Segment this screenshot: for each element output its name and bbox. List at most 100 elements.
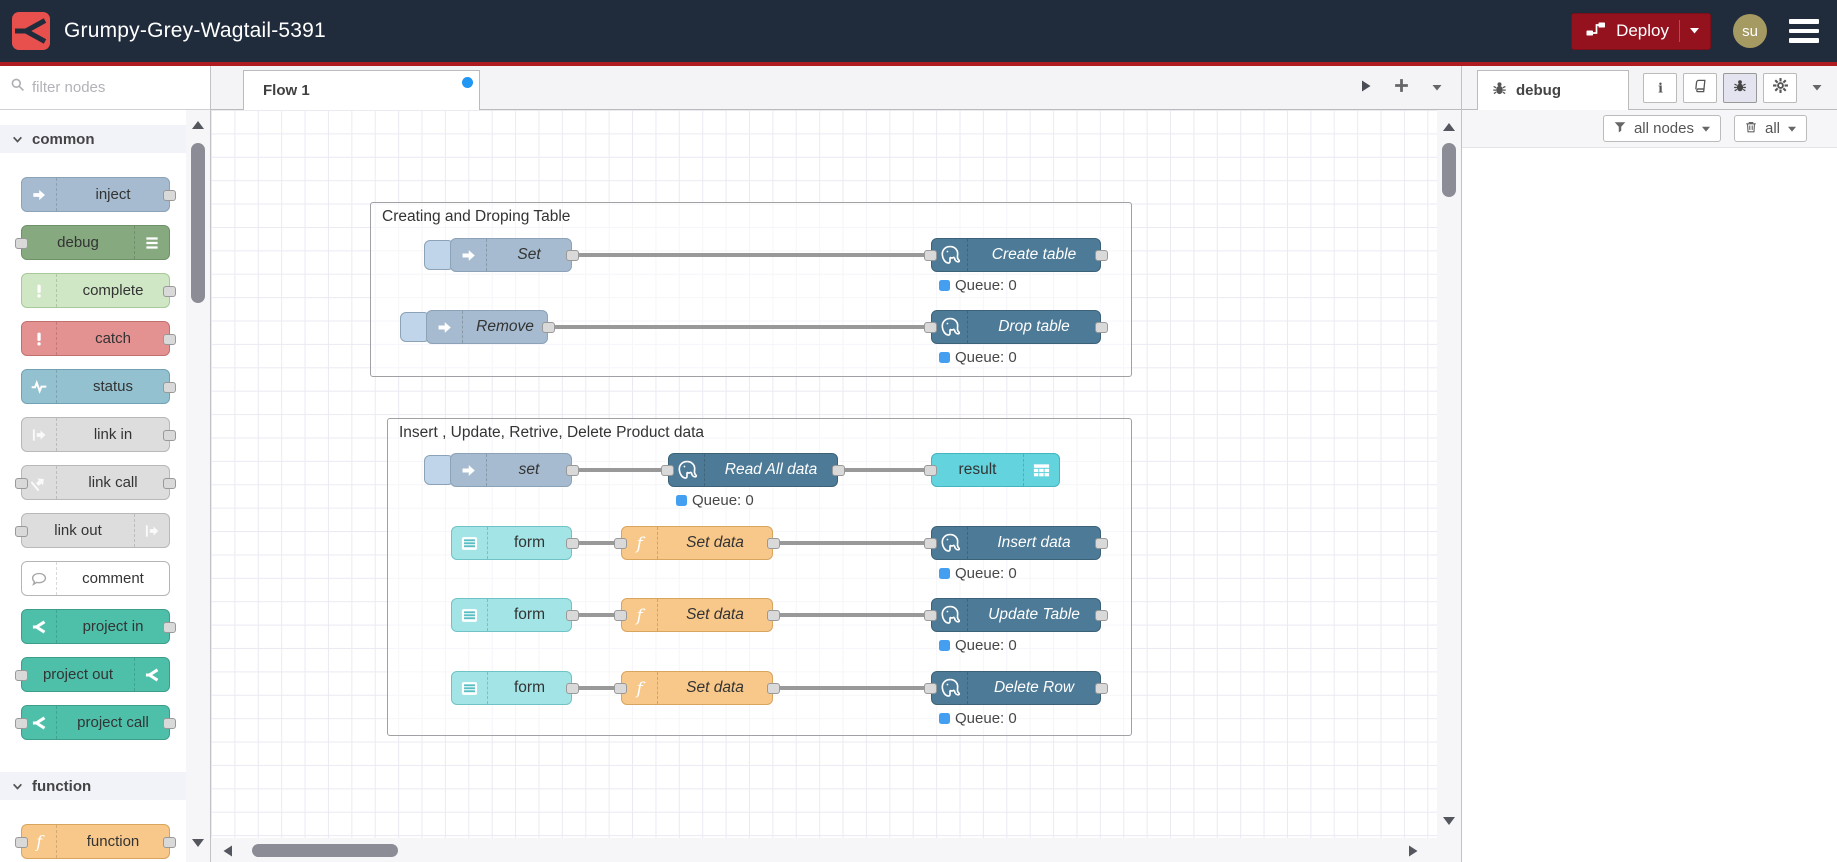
node-output-port[interactable] xyxy=(163,478,176,489)
debug-clear-button[interactable]: all xyxy=(1733,115,1807,142)
palette-scroll-up-arrow[interactable] xyxy=(190,118,206,136)
node-output-port[interactable] xyxy=(566,464,579,476)
palette-scrollbar-thumb[interactable] xyxy=(191,143,205,303)
main-menu-button[interactable] xyxy=(1789,19,1819,43)
filter-nodes-input[interactable] xyxy=(32,79,182,96)
node-input-port[interactable] xyxy=(15,670,28,681)
flow-node-Drop-table[interactable]: Drop table xyxy=(931,310,1101,344)
flow-list-chevron-icon[interactable] xyxy=(1431,79,1443,97)
palette-node-complete[interactable]: complete xyxy=(21,273,176,308)
flow-node-Set-data[interactable]: f Set data xyxy=(621,598,773,632)
wire[interactable] xyxy=(548,325,931,329)
palette-scroll-down-arrow[interactable] xyxy=(190,836,206,854)
palette-node-catch[interactable]: catch xyxy=(21,321,176,356)
tab-debug[interactable]: debug xyxy=(1477,70,1629,110)
node-output-port[interactable] xyxy=(832,464,845,476)
node-input-port[interactable] xyxy=(15,718,28,729)
flow-group[interactable]: Creating and Droping Table xyxy=(370,202,1132,377)
wire[interactable] xyxy=(773,613,931,617)
node-input-port[interactable] xyxy=(924,321,937,333)
node-output-port[interactable] xyxy=(542,321,555,333)
node-output-port[interactable] xyxy=(767,537,780,549)
canvas-scroll-down-arrow[interactable] xyxy=(1441,814,1457,832)
node-input-port[interactable] xyxy=(924,249,937,261)
node-output-port[interactable] xyxy=(1095,609,1108,621)
node-output-port[interactable] xyxy=(767,609,780,621)
flow-node-Read-All-data[interactable]: Read All data xyxy=(668,453,838,487)
config-nodes-button[interactable] xyxy=(1763,73,1797,103)
wire[interactable] xyxy=(773,686,931,690)
wire[interactable] xyxy=(773,541,931,545)
palette-node-link-in[interactable]: link in xyxy=(21,417,176,452)
node-output-port[interactable] xyxy=(163,837,176,848)
canvas-vscrollbar-thumb[interactable] xyxy=(1442,143,1456,197)
node-input-port[interactable] xyxy=(15,238,28,249)
flow-node-Set-data[interactable]: f Set data xyxy=(621,671,773,705)
scroll-tabs-right-button[interactable] xyxy=(1360,79,1372,98)
flow-node-Remove[interactable]: Remove xyxy=(426,310,548,344)
node-input-port[interactable] xyxy=(15,478,28,489)
node-input-port[interactable] xyxy=(924,537,937,549)
node-output-port[interactable] xyxy=(163,286,176,297)
debug-messages-button[interactable] xyxy=(1723,73,1757,103)
wire[interactable] xyxy=(572,253,931,257)
deploy-chevron-icon[interactable] xyxy=(1689,22,1700,40)
flow-node-form[interactable]: form xyxy=(451,671,572,705)
canvas-hscrollbar-thumb[interactable] xyxy=(252,844,398,857)
flow-node-form[interactable]: form xyxy=(451,598,572,632)
node-output-port[interactable] xyxy=(1095,321,1108,333)
flow-node-Set[interactable]: Set xyxy=(450,238,572,272)
palette-node-link-out[interactable]: link out xyxy=(15,513,170,548)
flow-node-result[interactable]: result xyxy=(931,453,1060,487)
palette-node-inject[interactable]: inject xyxy=(21,177,176,212)
flow-node-set[interactable]: set xyxy=(450,453,572,487)
node-output-port[interactable] xyxy=(566,682,579,694)
sidebar-menu-chevron-icon[interactable] xyxy=(1811,79,1823,97)
palette-node-project-call[interactable]: project call xyxy=(15,705,176,740)
flow-node-Delete-Row[interactable]: Delete Row xyxy=(931,671,1101,705)
flow-node-Insert-data[interactable]: Insert data xyxy=(931,526,1101,560)
flow-canvas[interactable]: Creating and Droping Table Insert , Updat… xyxy=(211,110,1437,862)
canvas-scroll-right-arrow[interactable] xyxy=(1407,844,1419,862)
node-output-port[interactable] xyxy=(1095,682,1108,694)
node-output-port[interactable] xyxy=(566,609,579,621)
node-output-port[interactable] xyxy=(566,537,579,549)
node-output-port[interactable] xyxy=(163,382,176,393)
node-output-port[interactable] xyxy=(1095,249,1108,261)
node-output-port[interactable] xyxy=(163,190,176,201)
node-output-port[interactable] xyxy=(767,682,780,694)
node-output-port[interactable] xyxy=(163,718,176,729)
palette-node-status[interactable]: status xyxy=(21,369,176,404)
palette-node-project-in[interactable]: project in xyxy=(21,609,176,644)
palette-node-project-out[interactable]: project out xyxy=(15,657,170,692)
debug-filter-button[interactable]: all nodes xyxy=(1602,115,1721,142)
node-output-port[interactable] xyxy=(163,622,176,633)
flow-node-Set-data[interactable]: f Set data xyxy=(621,526,773,560)
deploy-button[interactable]: Deploy xyxy=(1571,12,1711,50)
node-input-port[interactable] xyxy=(614,682,627,694)
node-input-port[interactable] xyxy=(15,837,28,848)
flow-node-form[interactable]: form xyxy=(451,526,572,560)
add-flow-button[interactable] xyxy=(1393,77,1410,99)
node-input-port[interactable] xyxy=(614,609,627,621)
node-input-port[interactable] xyxy=(924,682,937,694)
node-output-port[interactable] xyxy=(163,334,176,345)
wire[interactable] xyxy=(572,468,668,472)
palette-node-link-call[interactable]: link call xyxy=(15,465,176,500)
canvas-scroll-left-arrow[interactable] xyxy=(222,844,234,862)
palette-node-comment[interactable]: comment xyxy=(21,561,170,596)
node-input-port[interactable] xyxy=(15,526,28,537)
node-output-port[interactable] xyxy=(163,430,176,441)
user-avatar[interactable]: su xyxy=(1733,14,1767,48)
node-input-port[interactable] xyxy=(614,537,627,549)
canvas-scroll-up-arrow[interactable] xyxy=(1441,120,1457,138)
info-button[interactable]: i xyxy=(1643,73,1677,103)
node-output-port[interactable] xyxy=(566,249,579,261)
flow-node-Create-table[interactable]: Create table xyxy=(931,238,1101,272)
palette-node-debug[interactable]: debug xyxy=(15,225,170,260)
tab-flow-1[interactable]: Flow 1 xyxy=(243,70,480,110)
node-output-port[interactable] xyxy=(1095,537,1108,549)
flow-node-Update-Table[interactable]: Update Table xyxy=(931,598,1101,632)
node-input-port[interactable] xyxy=(924,464,937,476)
node-input-port[interactable] xyxy=(661,464,674,476)
